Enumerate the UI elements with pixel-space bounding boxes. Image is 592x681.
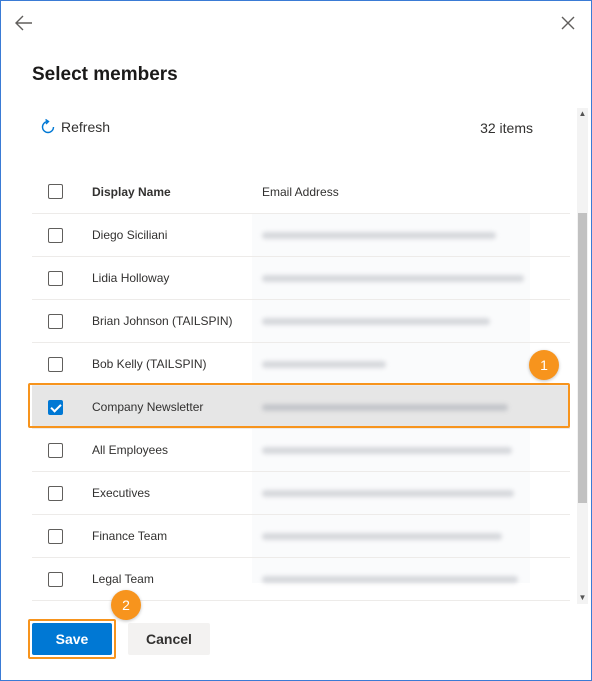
- table-row[interactable]: Lidia Holloway: [32, 257, 570, 300]
- callout-badge-2: 2: [111, 590, 141, 620]
- row-display-name: Brian Johnson (TAILSPIN): [92, 314, 233, 328]
- items-count: 32 items: [480, 120, 533, 136]
- row-display-name: All Employees: [92, 443, 169, 457]
- dialog-title: Select members: [32, 64, 178, 85]
- refresh-button[interactable]: Refresh: [38, 117, 110, 137]
- row-checkbox[interactable]: [48, 227, 63, 243]
- row-display-name: Legal Team: [92, 572, 154, 586]
- row-email-redacted: [262, 575, 518, 583]
- table-row[interactable]: Executives: [32, 472, 570, 515]
- row-display-name: Company Newsletter: [92, 400, 204, 414]
- row-display-name: Executives: [92, 486, 151, 500]
- row-checkbox[interactable]: [48, 270, 63, 286]
- row-email-redacted: [262, 231, 496, 239]
- column-header-email-address: Email Address: [262, 184, 339, 199]
- table-row[interactable]: Bob Kelly (TAILSPIN): [32, 343, 570, 386]
- row-checkbox[interactable]: [48, 528, 63, 544]
- cancel-button[interactable]: Cancel: [128, 623, 210, 655]
- back-button[interactable]: [12, 11, 36, 35]
- row-display-name: Bob Kelly (TAILSPIN): [92, 357, 207, 371]
- refresh-icon: [41, 118, 55, 134]
- select-all-checkbox[interactable]: [48, 184, 63, 199]
- table-row[interactable]: All Employees: [32, 429, 570, 472]
- row-email-redacted: [262, 489, 514, 497]
- column-header-display-name: Display Name: [92, 184, 171, 199]
- row-display-name: Lidia Holloway: [92, 271, 170, 285]
- row-checkbox[interactable]: [48, 356, 63, 372]
- row-email-redacted: [262, 446, 512, 454]
- row-checkbox[interactable]: [48, 442, 63, 458]
- row-email-redacted: [262, 317, 490, 325]
- save-button[interactable]: Save: [32, 623, 112, 655]
- close-icon: [561, 16, 575, 30]
- table-row-selected[interactable]: Company Newsletter: [28, 383, 570, 429]
- callout-badge-1: 1: [529, 350, 559, 380]
- row-email-redacted: [262, 532, 502, 540]
- row-email-redacted: [262, 360, 386, 368]
- table-header-row: Display Name Email Address: [32, 170, 570, 214]
- row-email-redacted: [262, 274, 524, 282]
- row-checkbox[interactable]: [48, 313, 63, 329]
- scroll-down-arrow-icon[interactable]: ▼: [577, 593, 588, 603]
- arrow-left-icon: [15, 15, 32, 31]
- row-checkbox-checked[interactable]: [48, 399, 63, 415]
- table-row[interactable]: Diego Siciliani: [32, 214, 570, 257]
- members-table: Display Name Email Address Diego Sicilia…: [28, 170, 570, 601]
- list-scrollbar[interactable]: ▲ ▼: [577, 108, 588, 604]
- table-row[interactable]: Legal Team: [32, 558, 570, 601]
- table-row[interactable]: Brian Johnson (TAILSPIN): [32, 300, 570, 343]
- scroll-up-arrow-icon[interactable]: ▲: [577, 109, 588, 119]
- scrollbar-thumb[interactable]: [578, 213, 587, 503]
- table-row[interactable]: Finance Team: [32, 515, 570, 558]
- refresh-label: Refresh: [61, 119, 111, 135]
- row-checkbox[interactable]: [48, 571, 63, 587]
- row-display-name: Finance Team: [92, 529, 168, 543]
- row-email-redacted: [262, 403, 508, 411]
- row-display-name: Diego Siciliani: [92, 228, 168, 242]
- row-checkbox[interactable]: [48, 485, 63, 501]
- close-button[interactable]: [556, 11, 580, 35]
